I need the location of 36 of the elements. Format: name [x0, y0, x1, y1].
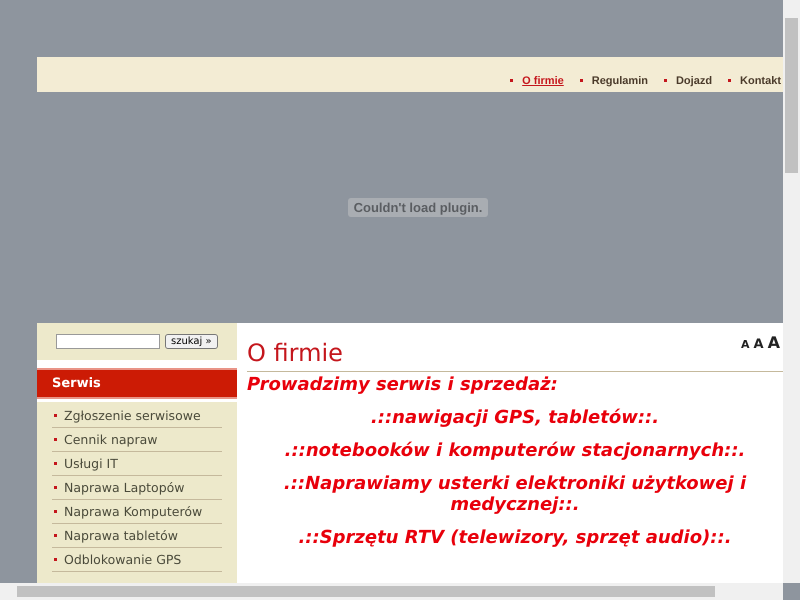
bullet-icon	[54, 438, 57, 441]
sidebar-link[interactable]: Naprawa tabletów	[64, 528, 178, 543]
plugin-error-message: Couldn't load plugin.	[348, 198, 488, 217]
sidebar-link[interactable]: Cennik napraw	[64, 432, 158, 447]
nav-link[interactable]: Kontakt	[740, 74, 781, 86]
bullet-icon	[728, 79, 732, 82]
sidebar-link[interactable]: Naprawa Komputerów	[64, 504, 202, 519]
service-text: .::Sprzętu RTV (telewizory, sprzęt audio)::.	[297, 527, 733, 548]
sidebar-link[interactable]: Naprawa Laptopów	[64, 480, 185, 495]
sidebar-link[interactable]: Odblokowanie GPS	[64, 552, 182, 567]
font-size-button[interactable]: A	[766, 333, 781, 352]
bullet-icon	[54, 486, 57, 489]
vertical-scrollbar[interactable]	[783, 0, 800, 583]
service-text: .::Naprawiamy usterki elektroniki użytkowej i medycznej::.	[282, 473, 748, 515]
search-button[interactable]: szukaj »	[165, 334, 218, 349]
bullet-icon	[54, 462, 57, 465]
sidebar-heading: Serwis	[37, 368, 237, 399]
bullet-icon	[580, 79, 583, 82]
bullet-icon	[664, 79, 667, 82]
horizontal-scrollbar[interactable]	[0, 583, 783, 600]
bullet-icon	[510, 79, 514, 82]
intro-text: Prowadzimy serwis i sprzedaż:	[247, 374, 559, 395]
search-field[interactable]	[56, 334, 160, 349]
bullet-icon	[54, 414, 57, 417]
sidebar-link[interactable]: Usługi IT	[64, 456, 118, 471]
sidebar-link[interactable]: Zgłoszenie serwisowe	[64, 408, 201, 423]
service-text: .::nawigacji GPS, tabletów::.	[370, 407, 660, 428]
bullet-icon	[54, 534, 57, 537]
bullet-icon	[54, 510, 57, 513]
nav-link[interactable]: Dojazd	[676, 74, 712, 86]
font-size-button[interactable]: A	[740, 338, 751, 351]
font-size-button[interactable]: A	[752, 337, 765, 352]
service-text: .::notebooków i komputerów stacjonarnych::.	[284, 440, 746, 461]
nav-link[interactable]: Regulamin	[592, 74, 648, 86]
nav-link[interactable]: O firmie	[522, 74, 564, 86]
bullet-icon	[54, 558, 57, 561]
